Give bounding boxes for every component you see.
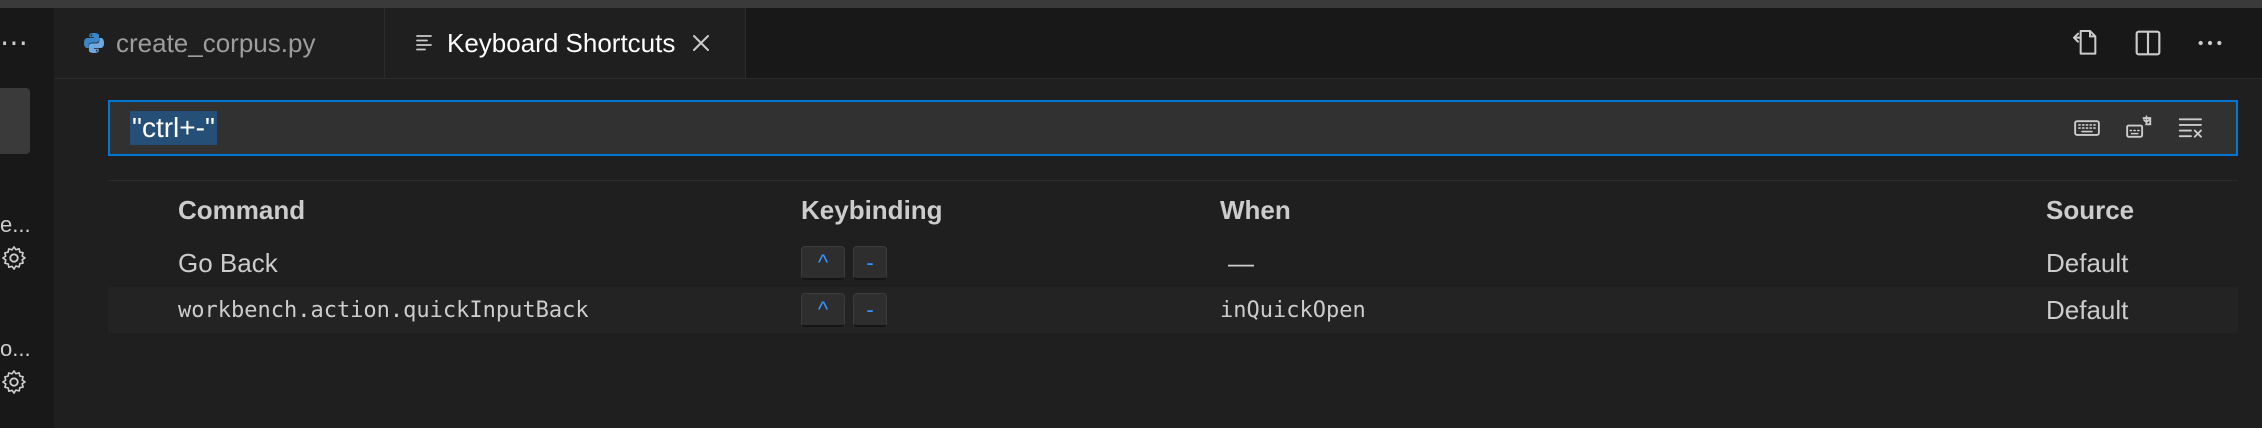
side-bar: ⋯ e... o... xyxy=(0,8,54,428)
open-keybindings-json-icon[interactable] xyxy=(2068,25,2104,61)
key-minus: - xyxy=(853,293,887,327)
table-row[interactable]: Go Back ^ - — Default xyxy=(108,239,2238,287)
key-ctrl: ^ xyxy=(801,293,845,327)
command-cell: Go Back xyxy=(178,247,278,278)
gear-icon[interactable] xyxy=(0,368,28,396)
keybindings-table: Command Keybinding When Source Go Back ^… xyxy=(108,180,2238,333)
source-cell: Default xyxy=(2046,294,2129,325)
tab-keyboard-shortcuts[interactable]: Keyboard Shortcuts xyxy=(385,8,746,78)
keyboard-shortcuts-icon xyxy=(416,35,432,51)
key-ctrl: ^ xyxy=(801,246,845,280)
editor-actions xyxy=(2068,8,2228,78)
column-header-keybinding[interactable]: Keybinding xyxy=(801,195,943,226)
command-cell: workbench.action.quickInputBack xyxy=(178,297,589,323)
close-icon[interactable] xyxy=(689,31,713,55)
more-icon[interactable]: ⋯ xyxy=(0,26,29,59)
search-input-value[interactable]: "ctrl+-" xyxy=(130,111,217,145)
split-editor-icon[interactable] xyxy=(2130,25,2166,61)
tab-label: create_corpus.py xyxy=(116,27,316,58)
keyboard-shortcuts-editor: "ctrl+-" Command Keybinding When Source … xyxy=(54,79,2262,428)
clear-input-icon[interactable] xyxy=(2176,113,2206,143)
tab-label: Keyboard Shortcuts xyxy=(447,27,676,58)
tab-bar: create_corpus.py Keyboard Shortcuts xyxy=(54,8,2262,79)
table-header: Command Keybinding When Source xyxy=(108,180,2238,239)
sidebar-item-label: o... xyxy=(0,336,31,361)
key-minus: - xyxy=(853,246,887,280)
column-header-when[interactable]: When xyxy=(1220,195,1291,226)
keybinding-cell: ^ - xyxy=(801,287,895,333)
source-cell: Default xyxy=(2046,247,2129,278)
sort-by-precedence-icon[interactable] xyxy=(2124,113,2154,143)
tab-create-corpus[interactable]: create_corpus.py xyxy=(54,8,385,78)
keybinding-cell: ^ - xyxy=(801,239,895,287)
vscode-window: ⋯ e... o... create_corpus.py Keyboard Sh… xyxy=(0,0,2262,428)
more-actions-icon[interactable] xyxy=(2192,25,2228,61)
when-cell: inQuickOpen xyxy=(1220,297,1366,323)
gear-icon[interactable] xyxy=(0,244,28,272)
table-row[interactable]: workbench.action.quickInputBack ^ - inQu… xyxy=(108,287,2238,333)
sidebar-item-label: e... xyxy=(0,212,31,237)
column-header-command[interactable]: Command xyxy=(178,195,305,226)
keybindings-search-input[interactable]: "ctrl+-" xyxy=(108,100,2238,156)
search-actions xyxy=(2072,102,2206,154)
when-cell: — xyxy=(1228,247,1254,278)
record-keys-icon[interactable] xyxy=(2072,113,2102,143)
title-bar-edge xyxy=(0,0,2262,8)
selected-item[interactable] xyxy=(0,88,30,154)
column-header-source[interactable]: Source xyxy=(2046,195,2134,226)
python-icon xyxy=(84,33,104,53)
